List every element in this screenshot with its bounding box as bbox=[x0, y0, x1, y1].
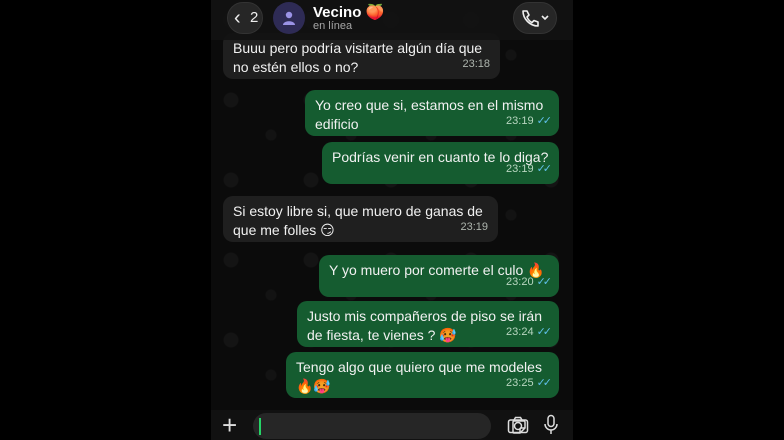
chat-screen: ‹ 2 Vecino 🍑 en línea Buuu pero podría v… bbox=[211, 0, 573, 440]
message-bubble-incoming[interactable]: Si estoy libre si, que muero de ganas de… bbox=[223, 196, 498, 242]
phone-icon bbox=[522, 10, 549, 27]
text-cursor bbox=[259, 418, 261, 435]
unread-count: 2 bbox=[250, 9, 259, 26]
message-time: 23:25 ✓✓ bbox=[506, 377, 553, 389]
contact-emoji: 🍑 bbox=[365, 4, 385, 21]
message-time: 23:24 ✓✓ bbox=[506, 326, 553, 338]
message-bubble-outgoing[interactable]: Yo creo que si, estamos en el mismo edif… bbox=[305, 90, 559, 136]
composer-bar: + bbox=[211, 410, 573, 440]
chevron-down-icon bbox=[541, 15, 549, 21]
microphone-icon[interactable] bbox=[543, 414, 559, 436]
back-button[interactable]: ‹ 2 bbox=[227, 2, 263, 34]
avatar[interactable] bbox=[273, 2, 305, 34]
plus-icon[interactable]: + bbox=[222, 412, 237, 438]
person-icon bbox=[283, 11, 295, 25]
message-bubble-outgoing[interactable]: Justo mis compañeros de piso se irán de … bbox=[297, 301, 559, 347]
message-input[interactable] bbox=[253, 413, 526, 439]
camera-icon[interactable] bbox=[507, 416, 529, 434]
message-text: Buuu pero podría visitarte algún día que… bbox=[233, 40, 483, 75]
contact-status: en línea bbox=[313, 20, 353, 32]
read-receipt-icon: ✓✓ bbox=[536, 163, 553, 175]
message-time: 23:19 ✓✓ bbox=[506, 163, 553, 175]
message-time: 23:20 ✓✓ bbox=[506, 276, 553, 288]
message-text: Si estoy libre si, que muero de ganas de… bbox=[233, 203, 483, 238]
chevron-left-icon: ‹ bbox=[234, 7, 241, 29]
read-receipt-icon: ✓✓ bbox=[536, 377, 553, 389]
message-time: 23:18 bbox=[462, 58, 490, 70]
message-time: 23:19 ✓✓ bbox=[506, 115, 553, 127]
message-bubble-outgoing[interactable]: Y yo muero por comerte el culo 🔥 23:20 ✓✓ bbox=[319, 255, 559, 297]
message-bubble-outgoing[interactable]: Tengo algo que quiero que me modeles 🔥🥵 … bbox=[286, 352, 559, 398]
contact-name: Vecino bbox=[313, 4, 362, 21]
read-receipt-icon: ✓✓ bbox=[536, 276, 553, 288]
message-time: 23:19 bbox=[460, 221, 488, 233]
message-bubble-outgoing[interactable]: Podrías venir en cuanto te lo diga? 23:1… bbox=[322, 142, 559, 184]
contact-name-row[interactable]: Vecino 🍑 bbox=[313, 3, 384, 21]
call-button[interactable] bbox=[513, 2, 557, 34]
read-receipt-icon: ✓✓ bbox=[536, 115, 553, 127]
read-receipt-icon: ✓✓ bbox=[536, 326, 553, 338]
chat-header: ‹ 2 Vecino 🍑 en línea bbox=[211, 0, 573, 40]
